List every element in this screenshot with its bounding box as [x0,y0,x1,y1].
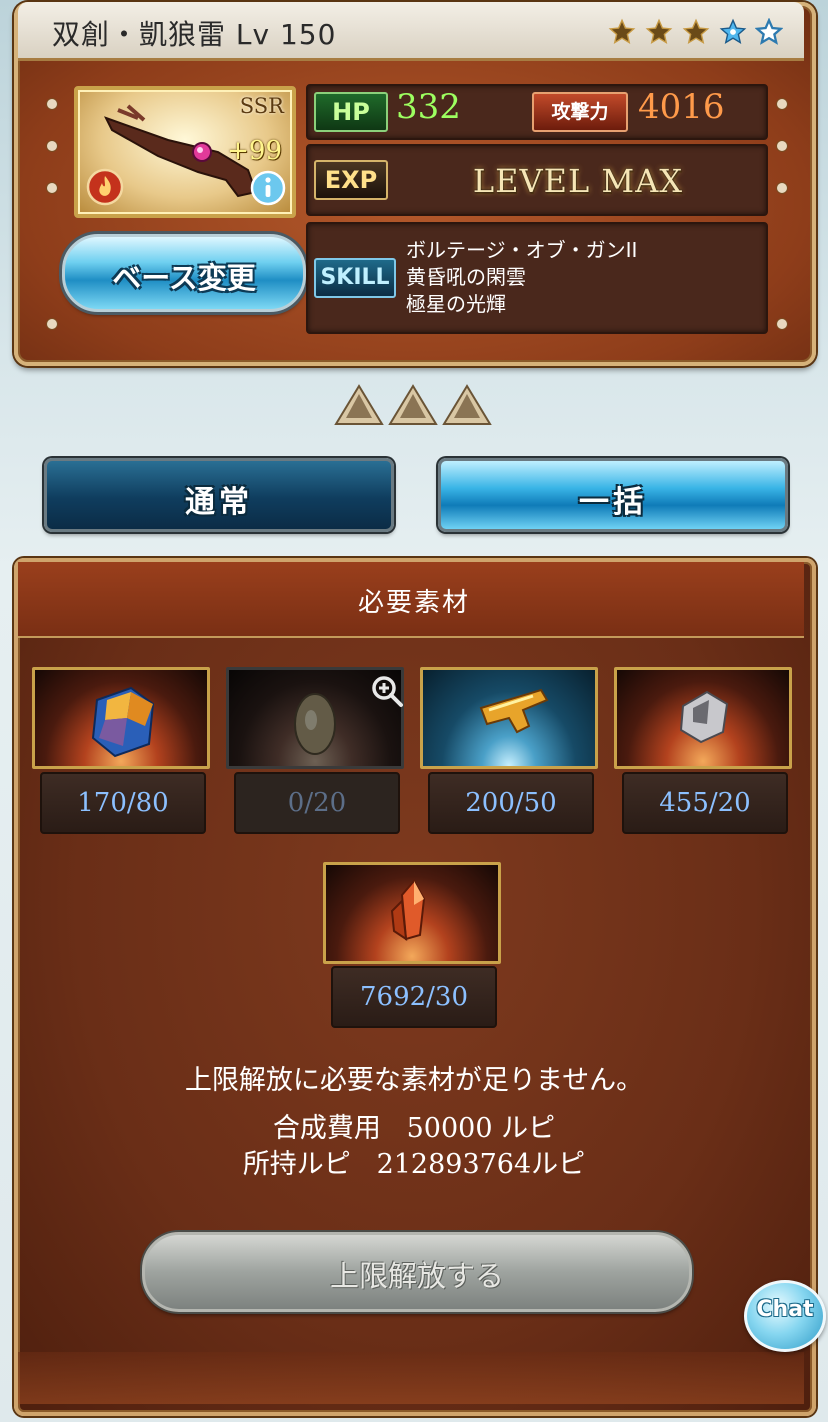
base-change-label: ベース変更 [112,261,256,295]
insufficient-materials-message: 上限解放に必要な素材が足りません。 [184,1065,644,1096]
skill-name: ボルテージ・オブ・ガンII [406,238,638,262]
uncap-triangle-icon [388,384,438,425]
synthesis-cost-row: 合成費用 50000 ルピ [0,1106,828,1145]
limit-break-label: 上限解放する [329,1259,504,1293]
material-count: 455/20 [622,772,788,834]
red-crystal-icon [390,879,426,942]
info-icon[interactable] [250,170,286,206]
material-count: 0/20 [234,772,400,834]
rarity-star-icon [645,18,673,44]
synthesis-cost-label: 合成費用 [272,1113,381,1144]
materials-title: 必要素材 [357,588,470,618]
material-item[interactable] [32,667,210,769]
skill-panel: SKILL ボルテージ・オブ・ガンII 黄昏吼の閑雲 極星の光輝 [306,222,768,334]
decorative-footer [18,1352,804,1404]
hp-label: HP [314,92,388,132]
exp-panel: EXP LEVEL MAX [306,144,768,216]
skill-label: SKILL [314,258,396,298]
uncap-triangle-icon [334,384,384,425]
material-count: 200/50 [428,772,594,834]
material-item[interactable] [614,667,792,769]
empty-star-icon [755,18,783,45]
stats-panel: HP 332 攻撃力 4016 [306,84,768,140]
blue-star-icon [719,18,747,44]
tab-bulk[interactable]: 一括 [438,458,788,532]
limit-break-button[interactable]: 上限解放する [142,1232,692,1312]
skill-name: 極星の光輝 [406,292,506,316]
rarity-star-icon [682,18,710,44]
level-max-label: LEVEL MAX [472,162,684,200]
material-item[interactable] [420,667,598,769]
zoom-icon[interactable] [370,674,404,708]
decorative-stud [776,98,788,110]
material-count: 7692/30 [331,966,497,1028]
decorative-stud [776,140,788,152]
decorative-stud [46,182,58,194]
rarity-label: SSR [239,94,284,118]
plus-value: +99 [227,136,282,166]
owned-rupi-row: 所持ルピ 212893764ルピ [0,1142,828,1181]
owned-rupi-label: 所持ルピ [242,1149,351,1180]
blue-crystal-chunk-icon [91,686,155,758]
decorative-stud [776,318,788,330]
material-count: 170/80 [40,772,206,834]
hp-value: 332 [396,87,461,127]
decorative-stud [46,98,58,110]
silver-ore-icon [679,690,729,744]
decorative-stud [776,182,788,194]
attack-value: 4016 [638,87,725,127]
decorative-stud [46,140,58,152]
attack-label: 攻撃力 [532,92,628,132]
chat-button[interactable]: Chat [744,1280,826,1352]
tab-normal-label: 通常 [185,485,253,520]
material-item[interactable] [323,862,501,964]
exp-label: EXP [314,160,388,200]
weapon-thumbnail[interactable]: SSR +99 [74,86,296,218]
rarity-star-icon [608,18,636,44]
fire-element-icon [86,168,124,206]
tab-normal[interactable]: 通常 [44,458,394,532]
skill-name: 黄昏吼の閑雲 [406,265,526,289]
synthesis-cost-value: 50000 ルピ [406,1113,556,1144]
decorative-stud [46,318,58,330]
chat-label: Chat [756,1297,814,1322]
tab-bulk-label: 一括 [579,485,647,520]
golden-gun-icon [479,688,549,734]
weapon-name: 双創・凱狼雷 Lv 150 [52,18,337,51]
base-change-button[interactable]: ベース変更 [62,234,306,312]
owned-rupi-value: 212893764ルピ [376,1149,586,1180]
uncap-triangle-icon [442,384,492,425]
